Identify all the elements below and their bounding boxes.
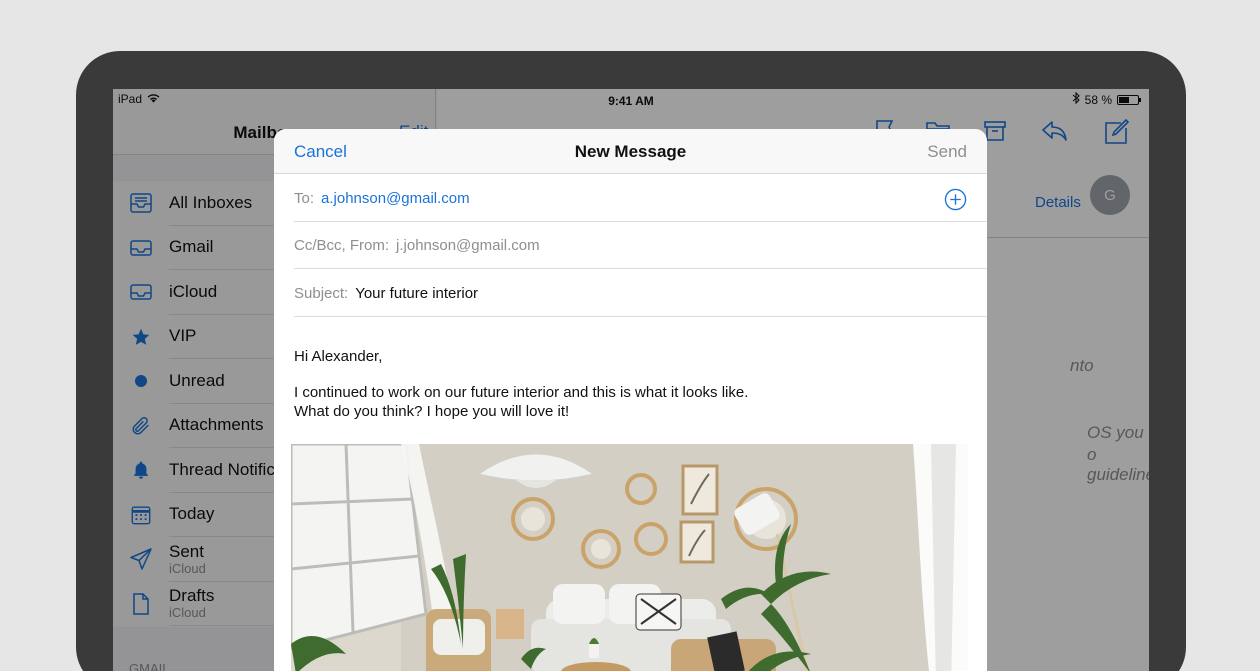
body-line: What do you think? I hope you will love … [294,403,570,420]
message-body-editor[interactable]: Hi Alexander, I continued to work on our… [294,347,954,421]
compose-title: New Message [574,142,687,161]
interior-image-attachment[interactable] [291,444,968,671]
greeting-line: Hi Alexander, [294,348,383,365]
subject-label: Subject: [294,284,349,302]
cancel-button[interactable]: Cancel [294,142,347,162]
to-recipient[interactable]: a.johnson@gmail.com [321,190,470,207]
from-address[interactable]: j.johnson@gmail.com [396,237,540,254]
subject-input[interactable]: Your future interior [355,285,478,302]
new-message-sheet: Cancel New Message Send To: a.johnson@gm… [274,129,987,671]
compose-navbar: Cancel New Message Send [274,129,987,174]
send-button[interactable]: Send [927,142,967,162]
subject-field[interactable]: Subject: Your future interior [294,270,987,317]
cc-bcc-from-label: Cc/Bcc, From: [294,236,390,254]
to-field[interactable]: To: a.johnson@gmail.com [294,175,987,222]
add-contact-icon[interactable] [944,188,967,215]
to-label: To: [294,189,315,207]
cc-bcc-from-field[interactable]: Cc/Bcc, From: j.johnson@gmail.com [294,222,987,269]
body-line: I continued to work on our future interi… [294,384,749,401]
